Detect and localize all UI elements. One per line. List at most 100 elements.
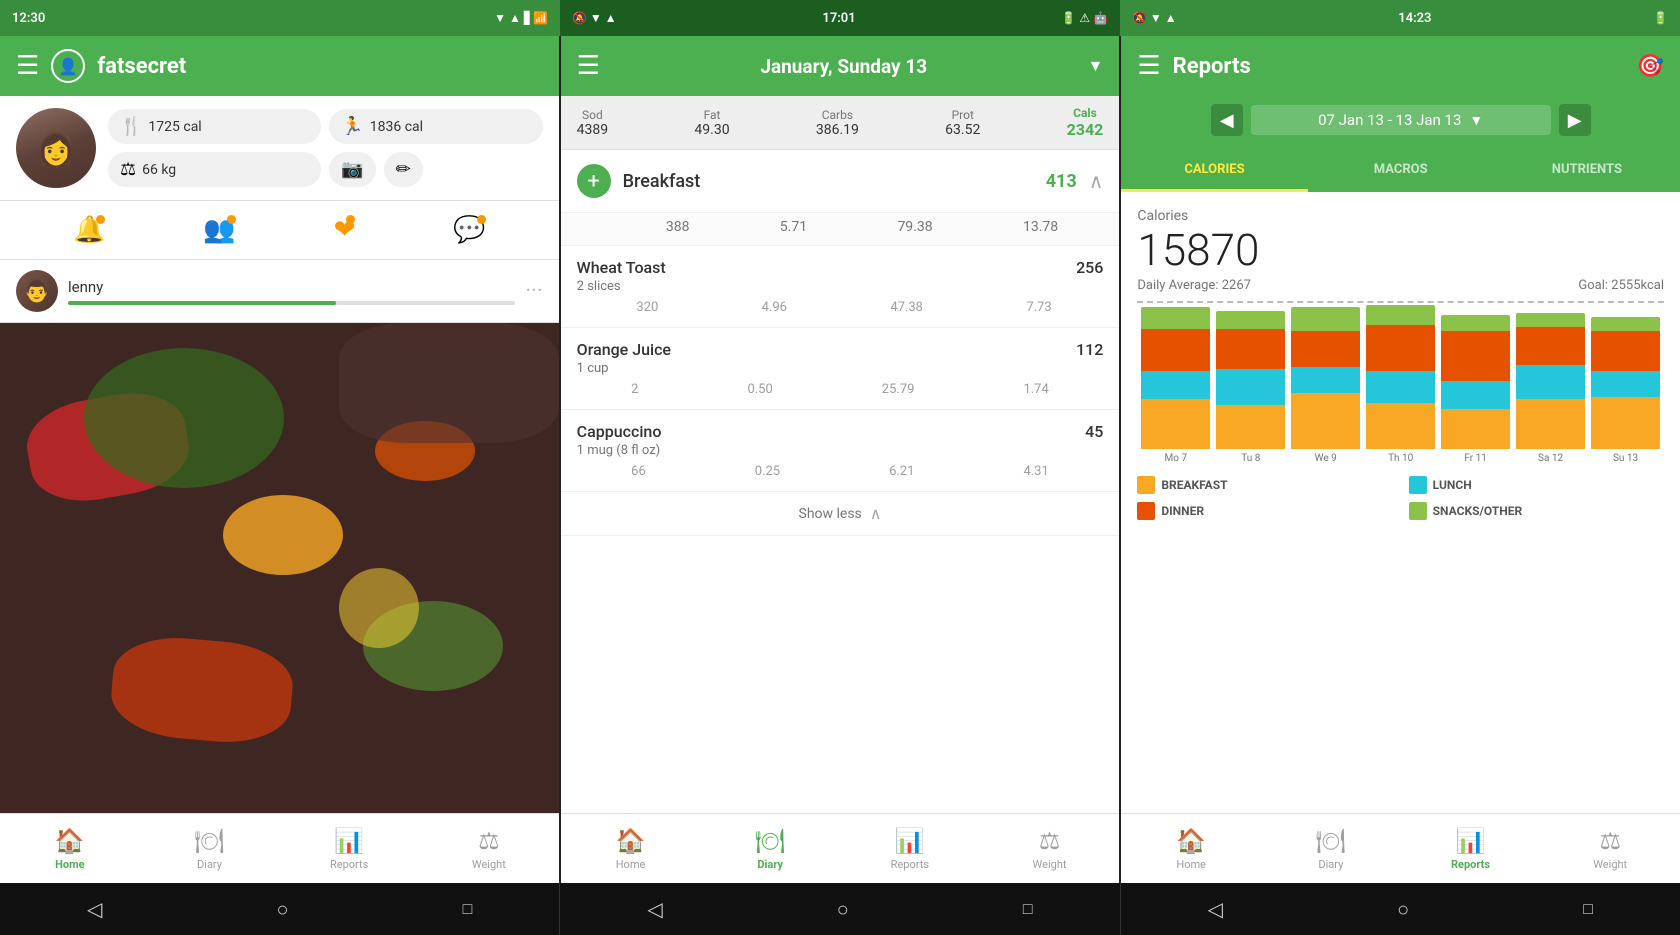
diary-nav-reports[interactable]: 📊 Reports — [840, 814, 980, 883]
oj-carbs: 25.79 — [882, 382, 915, 397]
dinner-legend-label: DINNER — [1161, 504, 1204, 518]
friend-avatar: 👨 — [16, 270, 58, 312]
home-menu-button[interactable]: ☰ — [16, 51, 39, 81]
back-button-1[interactable]: ◁ — [87, 897, 102, 921]
bar-tu8-lunch — [1216, 369, 1285, 405]
bar-fr11-label: Fr 11 — [1464, 453, 1487, 464]
date-next-button[interactable]: ▶ — [1559, 104, 1591, 136]
calories-eaten-stat[interactable]: 🍴 1725 cal — [108, 109, 321, 144]
lunch-legend-dot — [1409, 476, 1427, 494]
weight-stat[interactable]: ⚖ 66 kg — [108, 152, 321, 187]
calorie-chart: Mo 7 Tu 8 — [1137, 301, 1664, 464]
screen-reports: ☰ Reports 🎯 ◀ 07 Jan 13 - 13 Jan 13 ▼ ▶ … — [1121, 36, 1680, 883]
nav-weight-button[interactable]: ⚖ Weight — [419, 814, 559, 883]
food-bg — [0, 323, 559, 813]
date-range-selector[interactable]: 07 Jan 13 - 13 Jan 13 ▼ — [1251, 105, 1551, 135]
diary-nav-home[interactable]: 🏠 Home — [561, 814, 701, 883]
status-icons-3-left: 🔕 ▼ ▲ — [1132, 11, 1177, 25]
oj-macros: 2 0.50 25.79 1.74 — [577, 382, 1104, 397]
home-button-3[interactable]: ○ — [1397, 897, 1409, 922]
bfast-total-fat: 5.71 — [780, 219, 807, 235]
cap-cals: 45 — [1085, 422, 1103, 441]
rep-weight-label: Weight — [1593, 858, 1627, 871]
bfast-total-sod: 388 — [666, 219, 690, 235]
reports-nav-home[interactable]: 🏠 Home — [1121, 814, 1261, 883]
reports-nav-diary[interactable]: 🍽 Diary — [1261, 814, 1401, 883]
weight-nav-label: Weight — [472, 858, 506, 871]
friend-name: lenny — [68, 278, 515, 296]
bar-mo7-label: Mo 7 — [1165, 453, 1188, 464]
bar-su13-label: Su 13 — [1613, 453, 1638, 464]
cap-name: Cappuccino — [577, 422, 662, 441]
camera-stat[interactable]: 📷 — [329, 152, 375, 187]
friends-button[interactable]: 👥 — [203, 215, 235, 245]
dinner-legend-dot — [1137, 502, 1155, 520]
nav-diary-button[interactable]: 🍽 Diary — [140, 814, 280, 883]
date-prev-button[interactable]: ◀ — [1211, 104, 1243, 136]
diary-home-label: Home — [616, 858, 646, 871]
diary-dropdown-button[interactable]: ▼ — [1088, 56, 1104, 76]
legend-lunch: LUNCH — [1409, 476, 1664, 494]
macro-fat: Fat 49.30 — [694, 108, 729, 138]
friends-dot — [227, 215, 236, 224]
diary-nav-weight[interactable]: ⚖ Weight — [980, 814, 1120, 883]
messages-button[interactable]: 💬 — [453, 215, 485, 245]
bar-fr11-dinner — [1441, 331, 1510, 381]
macro-cals: Cals 2342 — [1067, 106, 1104, 139]
home-button-2[interactable]: ○ — [837, 897, 849, 922]
tab-nutrients[interactable]: NUTRIENTS — [1494, 150, 1680, 192]
recent-button-1[interactable]: □ — [463, 899, 473, 919]
back-button-3[interactable]: ◁ — [1208, 897, 1223, 921]
friend-row[interactable]: 👨 lenny ··· — [0, 260, 559, 323]
diary-diary-label: Diary — [757, 858, 783, 871]
wheat-toast-desc: 2 slices — [577, 279, 1104, 294]
orange-juice-item[interactable]: Orange Juice 112 1 cup 2 0.50 25.79 1.74 — [561, 328, 1120, 410]
friend-progress-fill — [68, 301, 336, 305]
edit-stat[interactable]: ✏ — [384, 152, 423, 187]
tab-calories[interactable]: CALORIES — [1121, 150, 1307, 192]
recent-button-3[interactable]: □ — [1583, 899, 1593, 919]
bfast-total-prot: 13.78 — [1023, 219, 1058, 235]
home-button-1[interactable]: ○ — [276, 897, 288, 922]
macro-prot: Prot 63.52 — [945, 108, 980, 138]
friend-more-button[interactable]: ··· — [525, 279, 542, 304]
oj-cals: 112 — [1076, 340, 1103, 359]
breakfast-collapse-button[interactable]: ∧ — [1089, 169, 1104, 193]
bar-su13-lunch — [1591, 371, 1660, 397]
wheat-toast-item[interactable]: Wheat Toast 256 2 slices 320 4.96 47.38 … — [561, 246, 1120, 328]
cap-prot: 4.31 — [1023, 464, 1048, 479]
bar-tu8-breakfast — [1216, 405, 1285, 449]
user-avatar[interactable]: 👩 — [16, 108, 96, 188]
diary-nav-diary[interactable]: 🍽 Diary — [700, 814, 840, 883]
status-icons-2-left: 🔕 ▼ ▲ — [572, 11, 617, 25]
nav-reports-button[interactable]: 📊 Reports — [279, 814, 419, 883]
bar-sa12-dinner — [1516, 327, 1585, 365]
reports-bottom-nav: 🏠 Home 🍽 Diary 📊 Reports ⚖ Weight — [1121, 813, 1680, 883]
cap-desc: 1 mug (8 fl oz) — [577, 443, 1104, 458]
nav-home-button[interactable]: 🏠 Home — [0, 814, 140, 883]
reports-target-icon[interactable]: 🎯 — [1637, 54, 1664, 79]
reports-menu-button[interactable]: ☰ — [1137, 51, 1160, 81]
rep-reports-label: Reports — [1451, 858, 1490, 871]
show-less-button[interactable]: Show less ∧ — [561, 492, 1120, 536]
wheat-toast-cals: 256 — [1076, 258, 1103, 277]
breakfast-header: + Breakfast 413 ∧ — [561, 150, 1120, 213]
favorites-button[interactable]: ❤ — [334, 215, 356, 245]
recent-button-2[interactable]: □ — [1023, 899, 1033, 919]
diary-menu-button[interactable]: ☰ — [577, 51, 600, 81]
calories-burned-stat[interactable]: 🏃 1836 cal — [329, 109, 542, 144]
wheat-toast-name: Wheat Toast — [577, 258, 666, 277]
wt-carbs: 47.38 — [890, 300, 923, 315]
oj-sod: 2 — [631, 382, 638, 397]
status-time-2: 17:01 — [822, 11, 855, 26]
bar-sa12-label: Sa 12 — [1538, 453, 1563, 464]
cappuccino-item[interactable]: Cappuccino 45 1 mug (8 fl oz) 66 0.25 6.… — [561, 410, 1120, 492]
reports-nav-reports[interactable]: 📊 Reports — [1401, 814, 1541, 883]
notifications-button[interactable]: 🔔 — [73, 215, 105, 245]
breakfast-add-button[interactable]: + — [577, 164, 611, 198]
tab-macros[interactable]: MACROS — [1308, 150, 1494, 192]
bar-th10-label: Th 10 — [1388, 453, 1413, 464]
back-button-2[interactable]: ◁ — [647, 897, 662, 921]
reports-nav-weight[interactable]: ⚖ Weight — [1540, 814, 1680, 883]
show-less-label: Show less — [799, 506, 862, 522]
